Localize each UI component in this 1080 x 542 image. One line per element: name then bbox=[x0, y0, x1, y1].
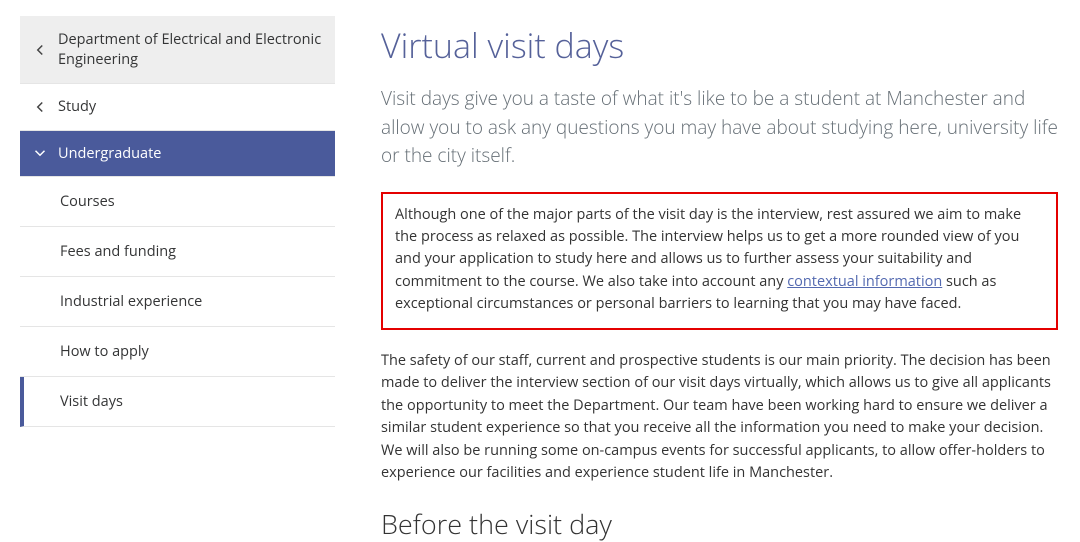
sidebar-item-how-to-apply[interactable]: How to apply bbox=[20, 327, 335, 377]
sidebar-item-label: Study bbox=[52, 97, 323, 117]
sidebar-item-fees-funding[interactable]: Fees and funding bbox=[20, 227, 335, 277]
sidebar-item-courses[interactable]: Courses bbox=[20, 177, 335, 227]
sidebar-item-label: Courses bbox=[60, 192, 115, 211]
sidebar-item-label: Department of Electrical and Electronic … bbox=[52, 30, 323, 69]
main-content: Virtual visit days Visit days give you a… bbox=[335, 16, 1058, 542]
sidebar-item-department[interactable]: Department of Electrical and Electronic … bbox=[20, 16, 335, 84]
sidebar-item-industrial-experience[interactable]: Industrial experience bbox=[20, 277, 335, 327]
safety-paragraph: The safety of our staff, current and pro… bbox=[381, 350, 1058, 485]
chevron-left-icon bbox=[34, 101, 52, 113]
highlighted-paragraph: Although one of the major parts of the v… bbox=[381, 192, 1058, 330]
chevron-down-icon bbox=[34, 147, 52, 159]
sidebar-item-label: Industrial experience bbox=[60, 292, 202, 311]
sidebar-nav: Department of Electrical and Electronic … bbox=[20, 16, 335, 542]
intro-paragraph: Visit days give you a taste of what it's… bbox=[381, 84, 1058, 170]
sidebar-item-undergraduate[interactable]: Undergraduate bbox=[20, 131, 335, 178]
page-title: Virtual visit days bbox=[381, 22, 1058, 68]
sidebar-item-label: How to apply bbox=[60, 342, 149, 361]
contextual-information-link[interactable]: contextual information bbox=[787, 272, 942, 291]
before-visit-heading: Before the visit day bbox=[381, 505, 1058, 542]
sidebar-item-label: Undergraduate bbox=[52, 144, 323, 164]
sidebar-item-visit-days[interactable]: Visit days bbox=[20, 377, 335, 427]
sidebar-item-study[interactable]: Study bbox=[20, 84, 335, 131]
chevron-left-icon bbox=[34, 44, 52, 56]
sidebar-item-label: Fees and funding bbox=[60, 242, 176, 261]
sidebar-item-label: Visit days bbox=[60, 392, 123, 411]
